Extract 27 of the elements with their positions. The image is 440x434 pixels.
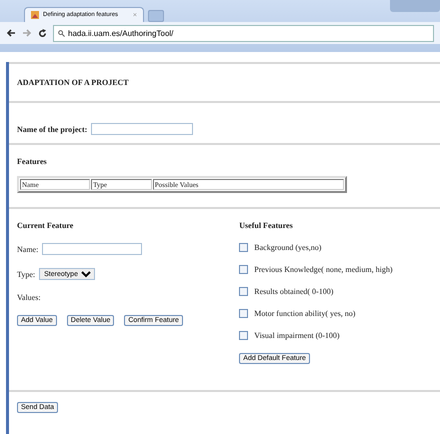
search-icon — [58, 30, 65, 36]
feature-name-field[interactable] — [42, 243, 142, 255]
checkbox[interactable] — [239, 287, 248, 296]
url-text: hada.ii.uam.es/AuthoringTool/ — [68, 28, 174, 38]
checkbox-label: Motor function ability( yes, no) — [254, 309, 356, 318]
section-heading: Features — [17, 156, 48, 166]
back-icon[interactable] — [6, 29, 16, 37]
section-heading: Current Feature — [17, 221, 74, 230]
forward-icon[interactable] — [22, 29, 32, 37]
field-label: Name of the project: — [17, 124, 88, 134]
address-bar[interactable]: hada.ii.uam.es/AuthoringTool/ — [53, 24, 434, 42]
field-label: Name: — [17, 244, 38, 254]
reload-icon[interactable] — [38, 28, 47, 38]
field-label: Values: — [17, 293, 42, 302]
checkbox-label: Visual impairment (0-100) — [254, 331, 340, 340]
checkbox-label: Background (yes,no) — [254, 243, 322, 252]
field-label: Type: — [17, 270, 36, 278]
checkbox[interactable] — [239, 243, 248, 252]
checkbox[interactable] — [239, 331, 248, 340]
checkbox-label: Previous Knowledge( none, medium, high) — [254, 265, 392, 274]
project-name-field[interactable] — [91, 123, 194, 135]
page-title: ADAPTATION OF A PROJECT — [17, 77, 130, 89]
image-icon — [31, 11, 39, 19]
checkbox-label: Results obtained( 0-100) — [254, 287, 334, 296]
checkbox[interactable] — [239, 265, 248, 274]
checkbox[interactable] — [239, 309, 248, 318]
section-heading: Useful Features — [239, 221, 294, 230]
